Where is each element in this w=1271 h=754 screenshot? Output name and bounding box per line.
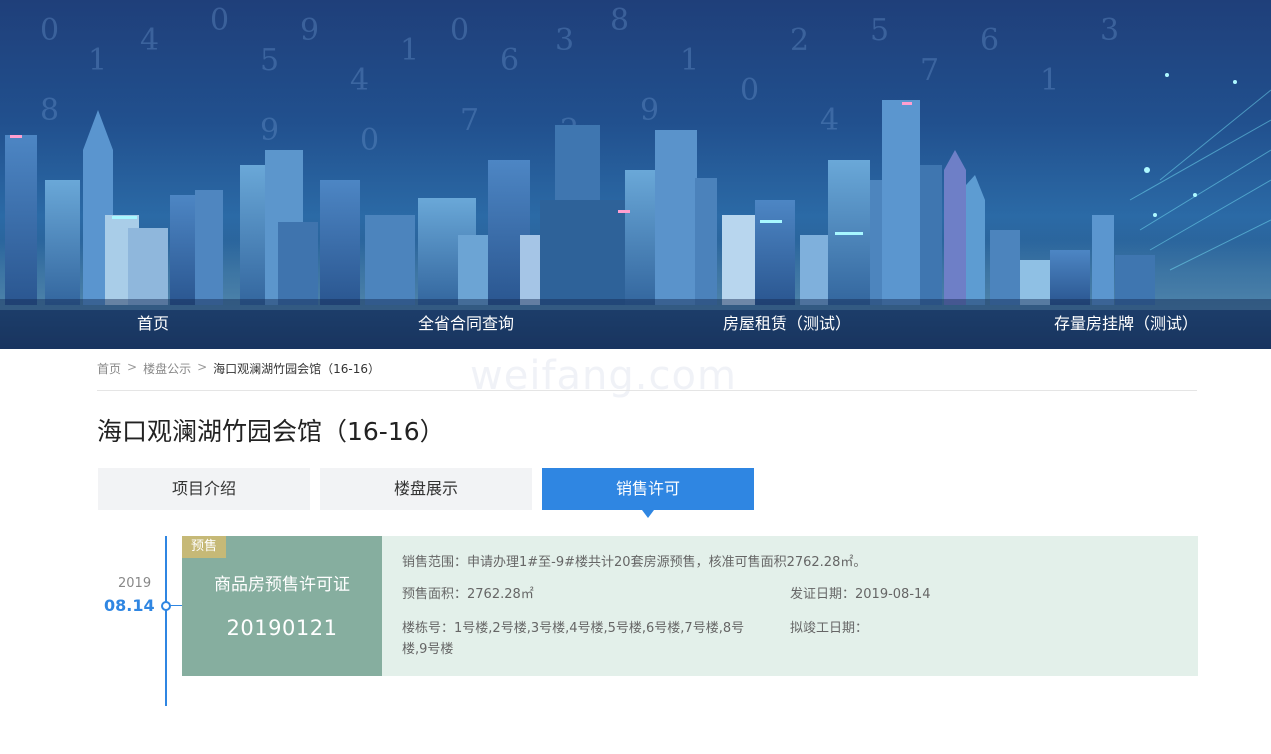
timeline-dot <box>161 601 171 611</box>
page-title: 海口观澜湖竹园会馆（16-16） <box>97 417 445 446</box>
timeline-connector <box>169 605 182 606</box>
main-nav: 首页 全省合同查询 房屋租赁（测试） 存量房挂牌（测试） <box>0 299 1271 349</box>
svg-text:0: 0 <box>210 3 229 38</box>
svg-text:1: 1 <box>400 33 419 68</box>
tab-property-display[interactable]: 楼盘展示 <box>320 468 532 510</box>
completion-date-field: 拟竣工日期： <box>790 618 1180 639</box>
buildings-value: 1号楼,2号楼,3号楼,4号楼,5号楼,6号楼,7号楼,8号楼,9号楼 <box>402 621 745 657</box>
svg-text:1: 1 <box>680 43 699 78</box>
breadcrumb-current: 海口观澜湖竹园会馆（16-16） <box>213 362 381 376</box>
svg-text:0: 0 <box>740 73 759 108</box>
svg-text:9: 9 <box>300 13 319 48</box>
permit-card-details: 销售范围：申请办理1#至-9#楼共计20套房源预售，核准可售面积2762.28㎡… <box>382 536 1198 676</box>
breadcrumb: 首页 > 楼盘公示 > 海口观澜湖竹园会馆（16-16） <box>97 360 1197 391</box>
permit-number: 20190121 <box>226 616 338 640</box>
buildings-field: 楼栋号：1号楼,2号楼,3号楼,4号楼,5号楼,6号楼,7号楼,8号楼,9号楼 <box>402 618 767 660</box>
issue-date-label: 发证日期： <box>790 587 856 602</box>
presale-area-label: 预售面积： <box>402 587 468 602</box>
svg-text:6: 6 <box>500 43 519 78</box>
header-banner: 014 805 941 063 810 257 613 907 294 <box>0 0 1271 349</box>
completion-date-label: 拟竣工日期： <box>790 621 869 636</box>
sales-scope-field: 销售范围：申请办理1#至-9#楼共计20套房源预售，核准可售面积2762.28㎡… <box>402 552 1192 573</box>
svg-text:3: 3 <box>1100 13 1119 48</box>
presale-area-value: 2762.28㎡ <box>467 587 534 602</box>
svg-text:4: 4 <box>820 103 839 138</box>
breadcrumb-projects[interactable]: 楼盘公示 <box>143 360 191 377</box>
tab-sales-permit[interactable]: 销售许可 <box>542 468 754 518</box>
presale-badge: 预售 <box>182 536 226 558</box>
nav-resale-listing[interactable]: 存量房挂牌（测试） <box>1054 299 1198 349</box>
breadcrumb-separator: > <box>127 360 138 374</box>
breadcrumb-home[interactable]: 首页 <box>97 360 121 377</box>
nav-rental[interactable]: 房屋租赁（测试） <box>723 299 851 349</box>
svg-text:0: 0 <box>450 13 469 48</box>
nav-contract-query[interactable]: 全省合同查询 <box>418 299 514 349</box>
permit-card-summary: 预售 商品房预售许可证 20190121 <box>182 536 382 676</box>
issue-date-value: 2019-08-14 <box>855 587 931 602</box>
sales-scope-value: 申请办理1#至-9#楼共计20套房源预售，核准可售面积2762.28㎡。 <box>467 555 867 570</box>
svg-text:7: 7 <box>460 103 479 138</box>
svg-text:8: 8 <box>610 3 629 38</box>
city-skyline-illustration: 014 805 941 063 810 257 613 907 294 <box>0 3 1271 310</box>
timeline-year: 2019 <box>118 576 152 591</box>
permit-type: 商品房预售许可证 <box>214 575 350 595</box>
svg-text:5: 5 <box>260 43 279 78</box>
svg-text:1: 1 <box>88 43 107 78</box>
nav-home[interactable]: 首页 <box>137 299 169 349</box>
svg-text:0: 0 <box>40 13 59 48</box>
svg-text:9: 9 <box>260 113 279 148</box>
svg-text:6: 6 <box>980 23 999 58</box>
sales-scope-label: 销售范围： <box>402 555 468 570</box>
timeline-line <box>165 536 167 706</box>
breadcrumb-separator: > <box>197 360 208 374</box>
svg-text:2: 2 <box>790 23 809 58</box>
svg-text:4: 4 <box>140 23 159 58</box>
svg-text:5: 5 <box>870 13 889 48</box>
svg-text:0: 0 <box>360 123 379 158</box>
buildings-label: 楼栋号： <box>402 621 455 636</box>
svg-text:8: 8 <box>40 93 59 128</box>
svg-text:7: 7 <box>920 53 939 88</box>
svg-text:1: 1 <box>1040 63 1059 98</box>
presale-area-field: 预售面积：2762.28㎡ <box>402 584 782 605</box>
timeline-date: 08.14 <box>104 596 155 615</box>
tab-project-intro[interactable]: 项目介绍 <box>98 468 310 510</box>
svg-text:9: 9 <box>640 93 659 128</box>
svg-text:3: 3 <box>555 23 574 58</box>
issue-date-field: 发证日期：2019-08-14 <box>790 584 1180 605</box>
svg-text:4: 4 <box>350 63 369 98</box>
